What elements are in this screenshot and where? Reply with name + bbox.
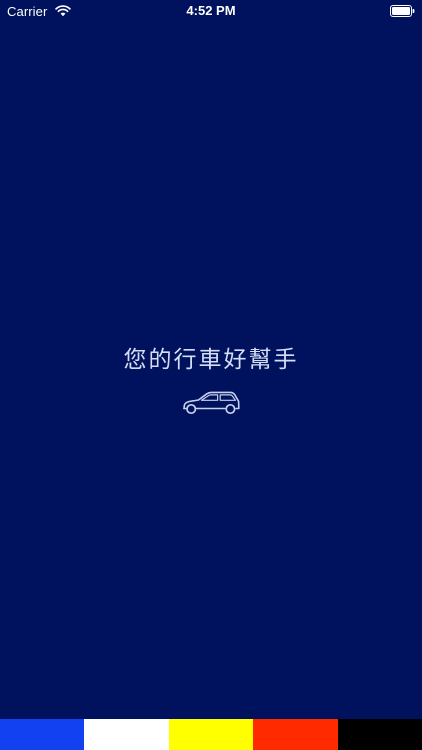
stripe-segment-red <box>253 719 338 750</box>
status-time: 4:52 PM <box>186 3 236 18</box>
car-icon <box>183 391 240 415</box>
stripe-segment-white <box>84 719 169 750</box>
splash-screen: Carrier 4:52 PM 您的行車好幫手 <box>0 0 422 750</box>
stripe-segment-black <box>337 719 422 750</box>
color-stripe <box>0 719 422 750</box>
status-bar: Carrier 4:52 PM <box>0 0 422 22</box>
stripe-segment-blue <box>0 719 85 750</box>
battery-icon <box>390 5 415 17</box>
stripe-segment-yellow <box>168 719 254 750</box>
splash-tagline: 您的行車好幫手 <box>123 347 299 373</box>
